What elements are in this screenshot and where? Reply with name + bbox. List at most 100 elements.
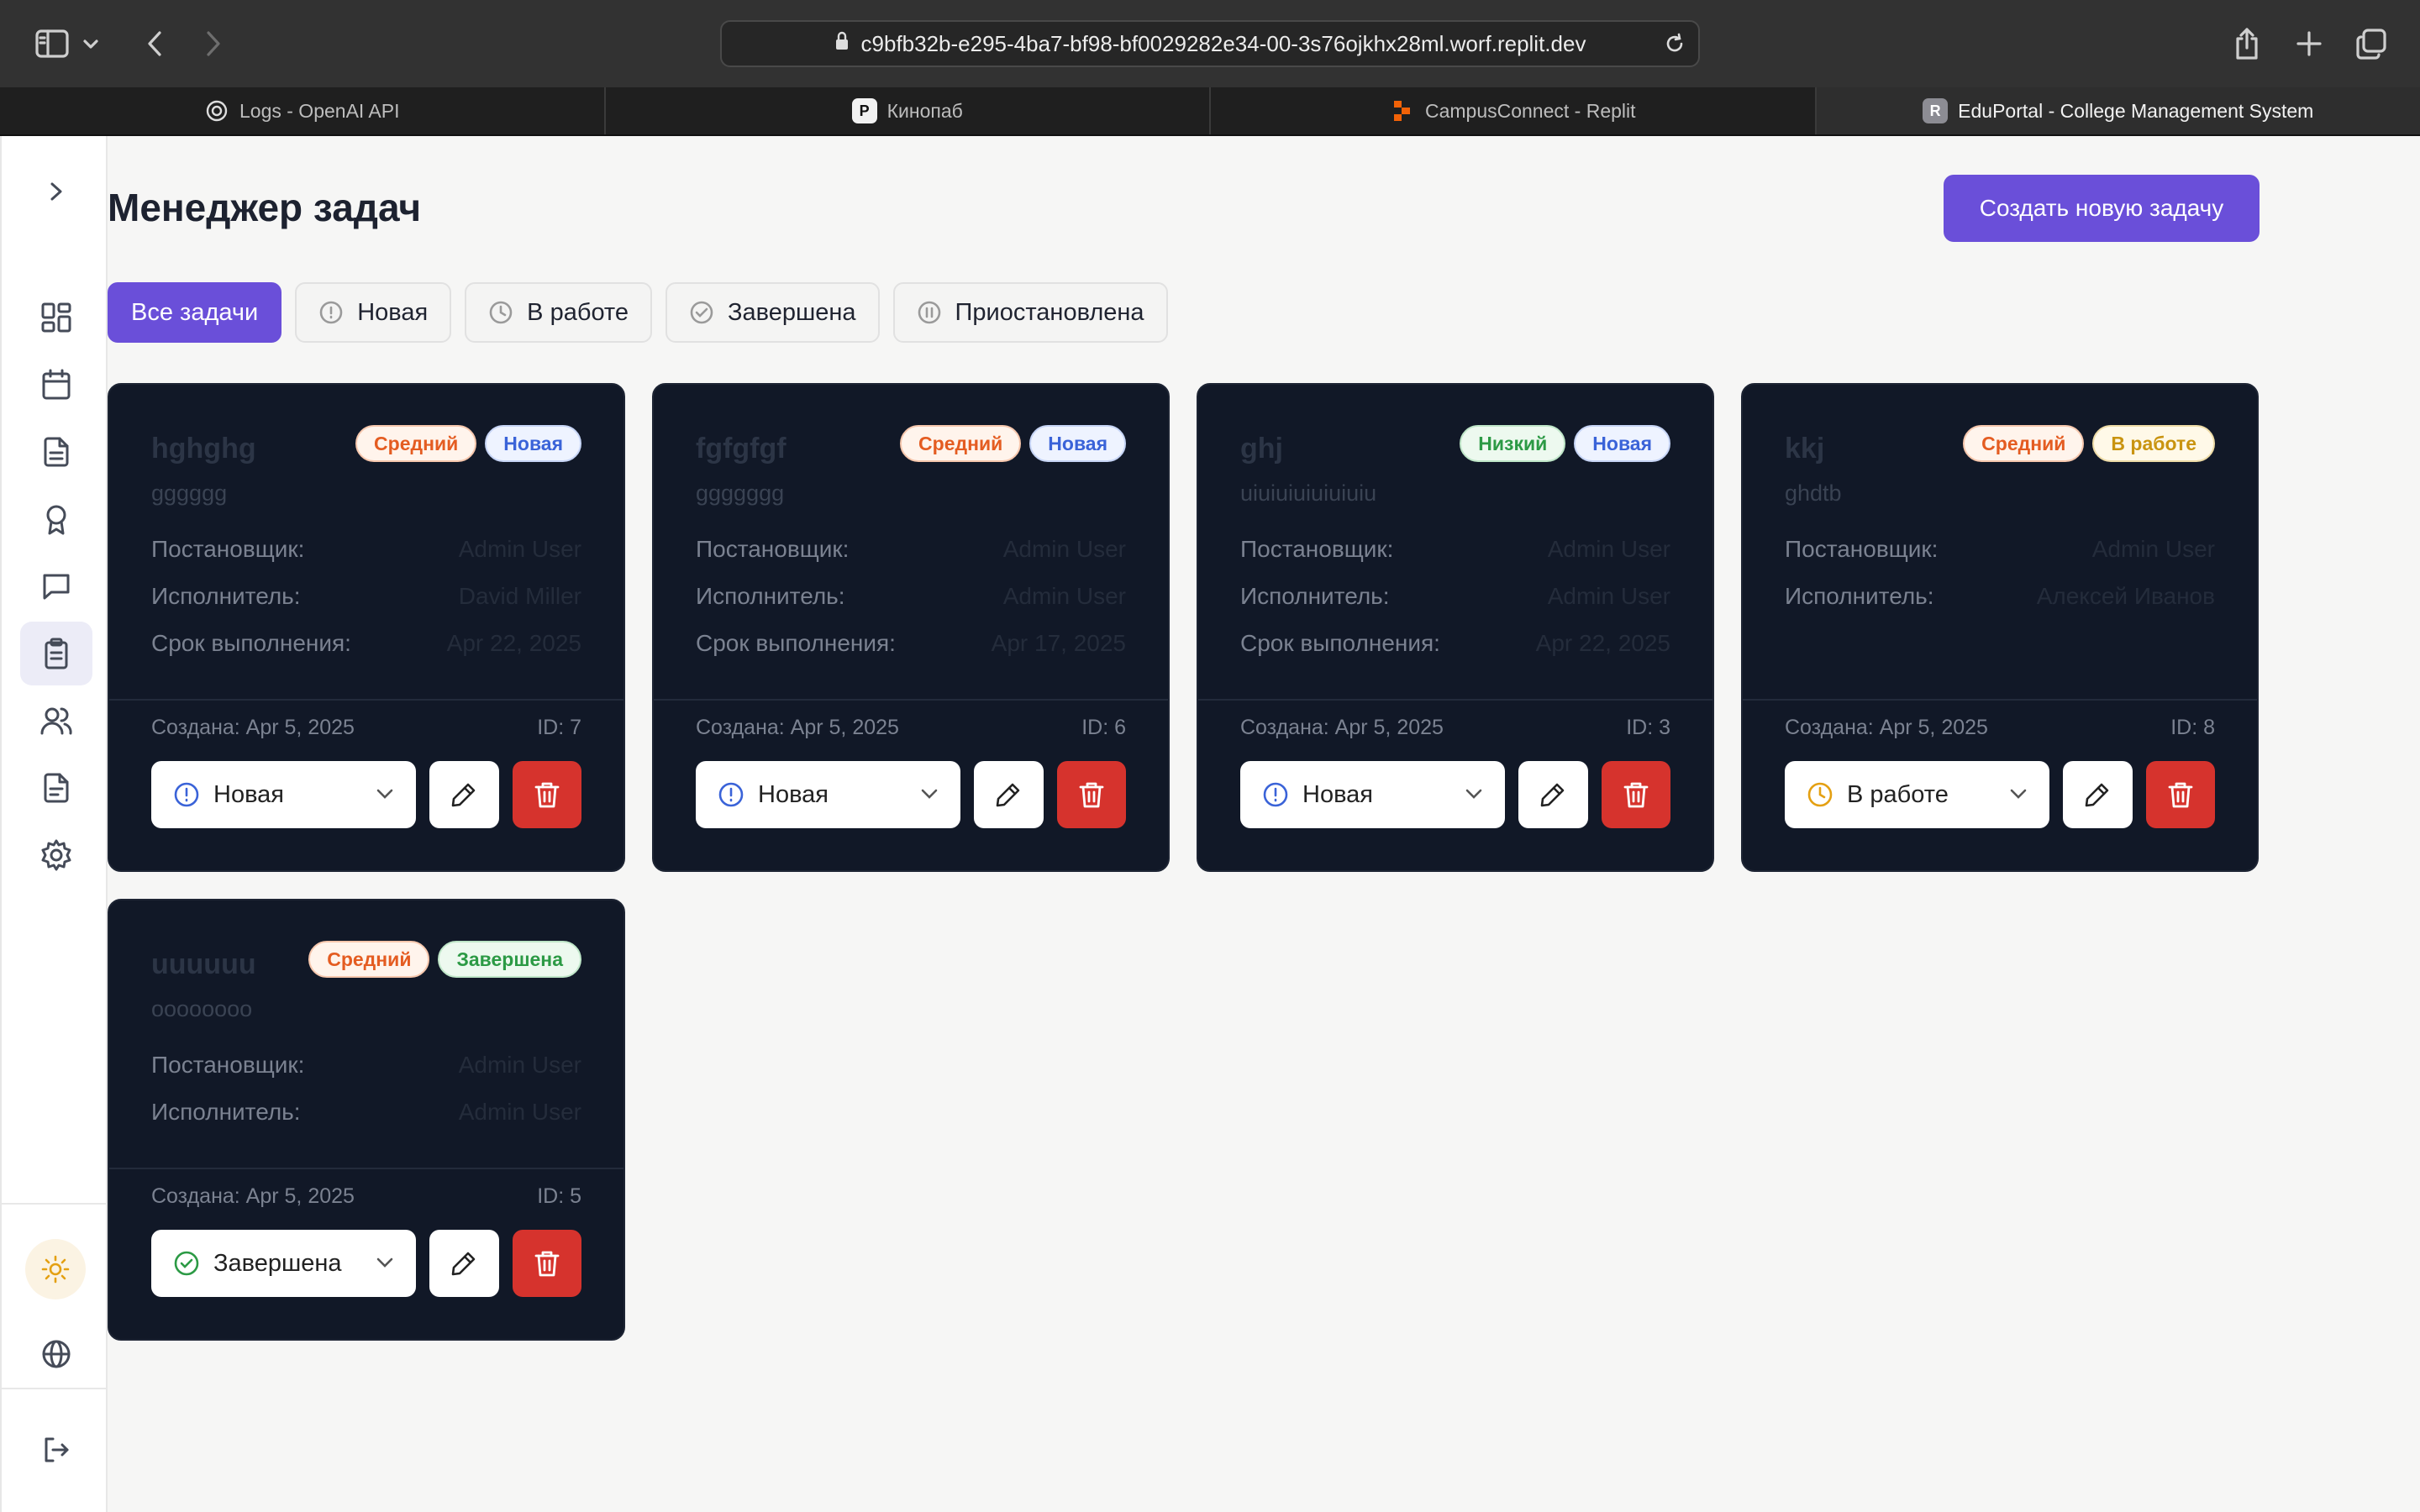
- assignee-label: Исполнитель:: [696, 583, 845, 609]
- delete-button[interactable]: [1601, 761, 1670, 828]
- priority-badge: Средний: [900, 425, 1022, 462]
- browser-tab-active[interactable]: R EduPortal - College Management System: [1816, 87, 2420, 134]
- chevron-down-icon[interactable]: [74, 20, 108, 67]
- theme-toggle-button[interactable]: [25, 1239, 86, 1299]
- edit-button[interactable]: [429, 1230, 499, 1297]
- create-task-button[interactable]: Создать новую задачу: [1944, 175, 2260, 242]
- award-icon: [46, 505, 66, 535]
- kinopub-icon: P: [851, 98, 877, 123]
- sun-icon: [41, 1255, 70, 1284]
- filter-new[interactable]: Новая: [295, 282, 452, 343]
- sidebar-item-achievements[interactable]: [20, 487, 92, 551]
- assignee-value: Admin User: [1002, 583, 1126, 609]
- sidebar-item-calendar[interactable]: [20, 353, 92, 417]
- browser-tab[interactable]: P Кинопаб: [606, 87, 1211, 134]
- trash-icon: [534, 782, 560, 808]
- status-select[interactable]: Завершена: [151, 1230, 417, 1297]
- language-button[interactable]: [20, 1322, 92, 1386]
- expand-sidebar-icon[interactable]: [20, 160, 92, 223]
- alert-circle-icon: [1263, 782, 1288, 807]
- assigner-value: Admin User: [2091, 536, 2215, 562]
- sidebar-item-dashboard[interactable]: [20, 286, 92, 349]
- delete-button[interactable]: [512, 1230, 581, 1297]
- sidebar-toggle-icon[interactable]: [29, 20, 76, 67]
- url-text: c9bfb32b-e295-4ba7-bf98-bf0029282e34-00-…: [860, 30, 1586, 56]
- address-bar[interactable]: c9bfb32b-e295-4ba7-bf98-bf0029282e34-00-…: [720, 20, 1700, 67]
- assignee-label: Исполнитель:: [151, 583, 301, 609]
- status-select-value: В работе: [1847, 780, 1949, 808]
- assignee-label: Исполнитель:: [151, 1099, 301, 1125]
- sidebar-divider: [2, 1203, 108, 1205]
- delete-button[interactable]: [2145, 761, 2215, 828]
- status-select-value: Новая: [1302, 780, 1373, 808]
- sidebar-item-settings[interactable]: [20, 823, 92, 887]
- tab-overview-icon[interactable]: [2348, 20, 2395, 67]
- assigner-label: Постановщик:: [1240, 536, 1394, 562]
- trash-icon: [1079, 782, 1104, 808]
- assignee-value: Admin User: [458, 1099, 581, 1125]
- reload-icon[interactable]: [1663, 32, 1686, 61]
- clock-icon: [1807, 782, 1833, 807]
- sidebar-item-messages[interactable]: [20, 554, 92, 618]
- sidebar-item-users[interactable]: [20, 689, 92, 753]
- due-label: Срок выполнения:: [151, 630, 351, 656]
- sidebar-item-documents[interactable]: [20, 420, 92, 484]
- filter-paused[interactable]: Приостановлена: [892, 282, 1168, 343]
- alert-circle-icon: [718, 782, 744, 807]
- calendar-icon: [42, 369, 71, 400]
- globe-icon: [42, 1340, 71, 1368]
- task-description: ghdtb: [1785, 480, 1842, 506]
- created-date: Создана: Apr 5, 2025: [151, 1184, 355, 1208]
- filter-label: Все задачи: [131, 298, 259, 326]
- new-tab-icon[interactable]: [2286, 20, 2333, 67]
- logout-button[interactable]: [20, 1418, 92, 1482]
- forward-icon[interactable]: [190, 20, 237, 67]
- tab-title: Кинопаб: [886, 99, 963, 122]
- created-date: Создана: Apr 5, 2025: [1785, 716, 1988, 739]
- assigner-value: Admin User: [1002, 536, 1126, 562]
- status-select[interactable]: Новая: [151, 761, 417, 828]
- trash-icon: [534, 1251, 560, 1277]
- assigner-value: Admin User: [1547, 536, 1670, 562]
- delete-button[interactable]: [512, 761, 581, 828]
- edit-button[interactable]: [974, 761, 1044, 828]
- clock-icon: [489, 301, 513, 324]
- filter-all[interactable]: Все задачи: [108, 282, 282, 343]
- browser-tab[interactable]: CampusConnect - Replit: [1211, 87, 1817, 134]
- assignee-label: Исполнитель:: [1240, 583, 1390, 609]
- chevron-down-icon: [921, 789, 938, 799]
- pencil-icon: [451, 783, 476, 807]
- browser-tab[interactable]: Logs - OpenAI API: [0, 87, 606, 134]
- assignee-value: Алексей Иванов: [2036, 583, 2215, 609]
- filter-label: Завершена: [728, 298, 856, 326]
- edit-button[interactable]: [1518, 761, 1588, 828]
- task-id: ID: 6: [1081, 716, 1126, 739]
- assigner-value: Admin User: [458, 536, 581, 562]
- due-value: Apr 17, 2025: [991, 630, 1126, 656]
- browser-toolbar: c9bfb32b-e295-4ba7-bf98-bf0029282e34-00-…: [0, 0, 2420, 87]
- dashboard-icon: [41, 302, 71, 333]
- sidebar-item-reports[interactable]: [20, 756, 92, 820]
- trash-icon: [1623, 782, 1649, 808]
- pencil-icon: [2085, 783, 2109, 807]
- chevron-down-icon: [376, 789, 393, 799]
- task-id: ID: 5: [537, 1184, 581, 1208]
- filter-completed[interactable]: Завершена: [666, 282, 880, 343]
- edit-button[interactable]: [429, 761, 499, 828]
- gear-icon: [41, 839, 71, 871]
- sidebar-item-tasks[interactable]: [20, 622, 92, 685]
- due-label: Срок выполнения:: [696, 630, 896, 656]
- delete-button[interactable]: [1056, 761, 1126, 828]
- back-icon[interactable]: [131, 20, 178, 67]
- status-select[interactable]: Новая: [1240, 761, 1506, 828]
- status-select[interactable]: Новая: [696, 761, 961, 828]
- status-select[interactable]: В работе: [1785, 761, 2050, 828]
- status-select-value: Завершена: [213, 1249, 342, 1277]
- priority-badge: Низкий: [1460, 425, 1566, 462]
- task-card: fgfgfgf Средний Новая ggggggg Постановщи…: [652, 383, 1170, 872]
- filter-in-progress[interactable]: В работе: [465, 282, 653, 343]
- share-icon[interactable]: [2223, 20, 2270, 67]
- task-id: ID: 8: [2170, 716, 2215, 739]
- task-card: ghj Низкий Новая uiuiuiuiuiuiuiu Постано…: [1197, 383, 1714, 872]
- edit-button[interactable]: [2063, 761, 2133, 828]
